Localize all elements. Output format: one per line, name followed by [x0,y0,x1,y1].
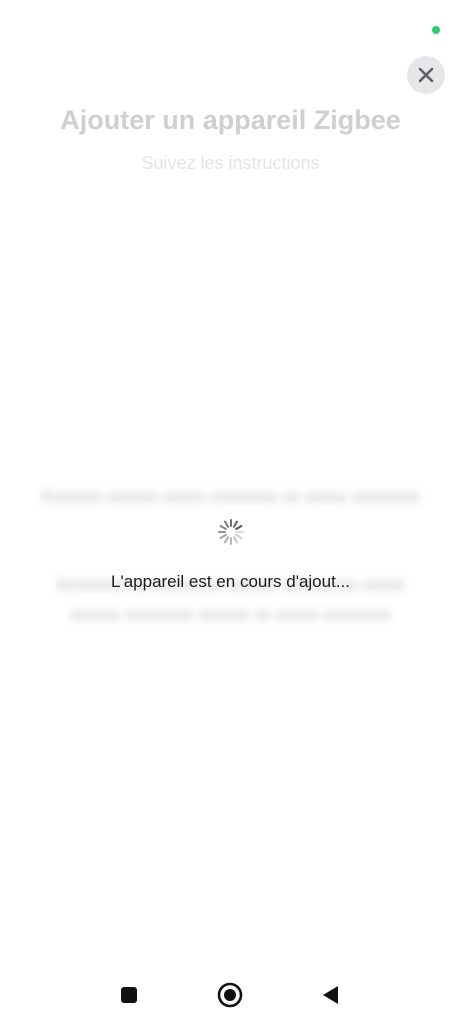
spinner-spoke [224,520,229,528]
home-button[interactable] [217,982,243,1008]
spinner-spoke [235,525,243,530]
spinner-spoke [224,536,229,544]
spinner-spoke [219,534,227,539]
page-subtitle: Suivez les instructions [141,153,320,173]
spinner-icon [218,519,244,545]
spinner-spoke [233,536,238,544]
square-icon [121,987,137,1003]
circle-icon [217,982,243,1008]
system-navigation-bar [0,968,461,1024]
close-icon [418,67,434,83]
spinner-spoke [233,520,238,528]
back-button[interactable] [317,982,343,1008]
spinner-spoke [219,525,227,530]
loading-message: L'appareil est en cours d'ajout... [111,572,350,591]
triangle-back-icon [323,986,338,1004]
add-device-screen: Ajouter un appareil Zigbee Suivez les in… [0,0,461,960]
recents-button[interactable] [116,982,142,1008]
spinner-spoke [235,534,243,539]
page-title: Ajouter un appareil Zigbee [60,105,401,135]
close-button[interactable] [407,56,445,94]
blurred-instructions-top: Xxxxxxx xxxxxx xxxxx xxxxxxxx xx xxxxx x… [40,487,420,506]
